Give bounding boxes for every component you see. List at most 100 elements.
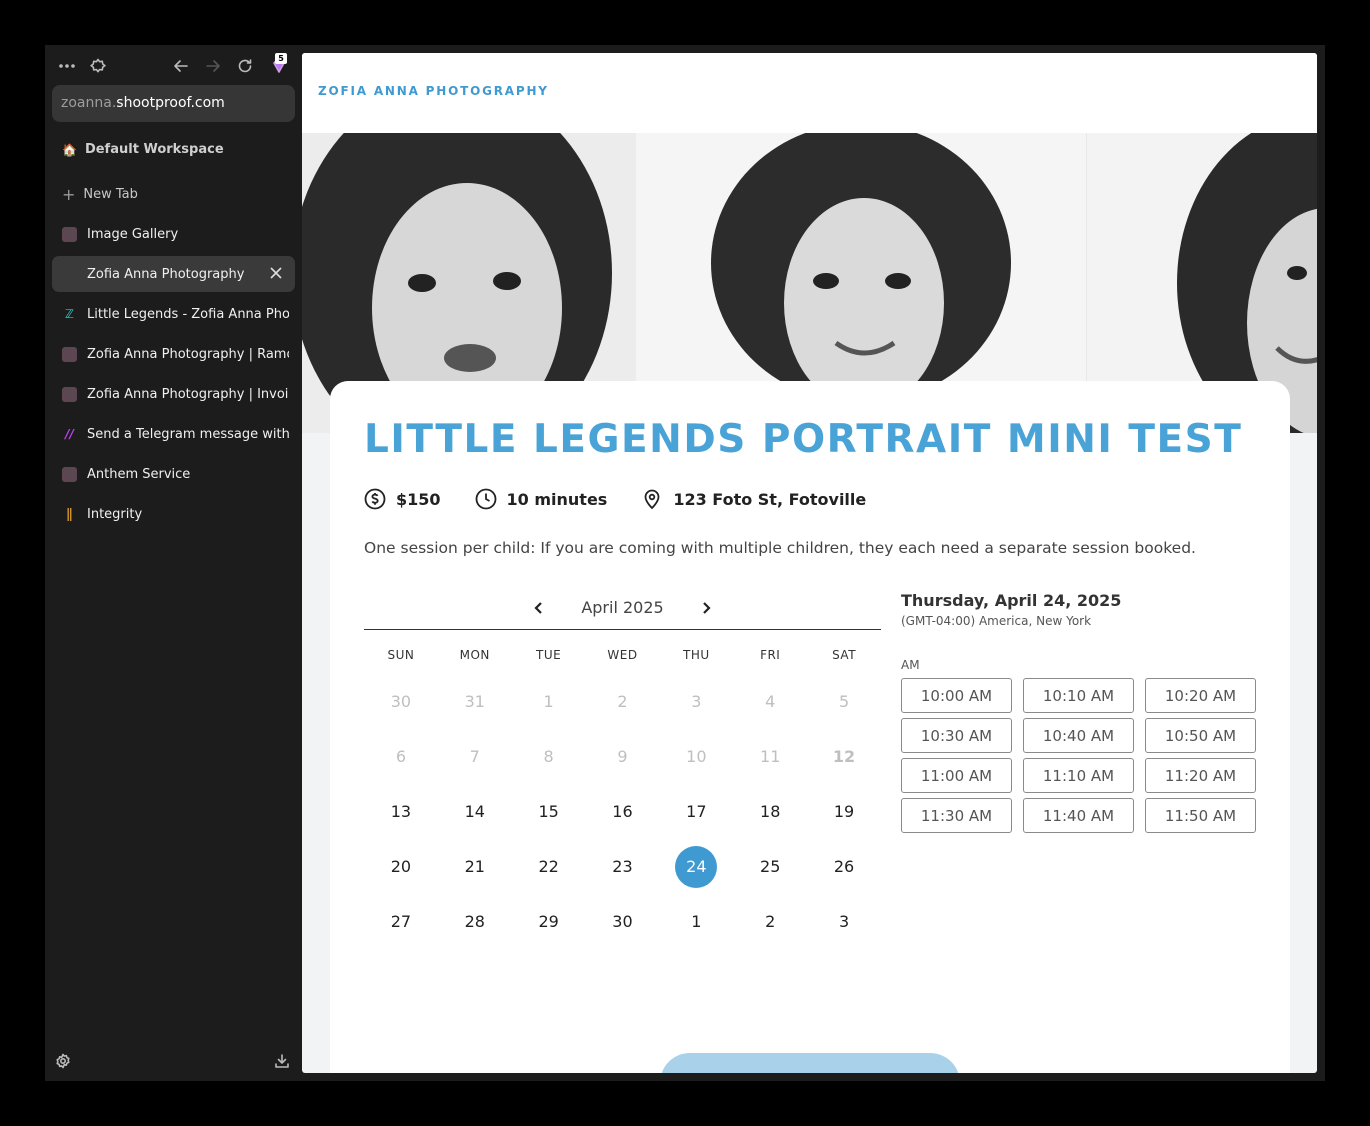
url-domain: shootproof.com [116, 95, 225, 111]
tab-telegram[interactable]: // Send a Telegram message with Make [52, 416, 295, 452]
price-info: $150 [364, 488, 441, 510]
time-slot-button[interactable]: 11:10 AM [1023, 758, 1134, 793]
forward-icon[interactable] [203, 57, 223, 75]
calendar-day[interactable]: 20 [364, 839, 438, 894]
day-number: 10 [686, 747, 707, 766]
calendar-day: 6 [364, 729, 438, 784]
time-slot-button[interactable]: 11:40 AM [1023, 798, 1134, 833]
location-info: 123 Foto St, Fotoville [641, 488, 866, 510]
tab-ramona[interactable]: Zofia Anna Photography | Ramona [52, 336, 295, 372]
tab-image-gallery[interactable]: Image Gallery [52, 216, 295, 252]
calendar-day: 30 [364, 674, 438, 729]
translate-favicon-icon: ℤ [65, 307, 74, 321]
calendar-day[interactable]: 17 [659, 784, 733, 839]
reload-icon[interactable] [235, 57, 255, 75]
next-month-icon[interactable] [696, 598, 716, 618]
calendar-day[interactable]: 14 [438, 784, 512, 839]
time-slot-button[interactable]: 10:50 AM [1145, 718, 1256, 753]
period-label: AM [901, 658, 920, 672]
favicon-icon [62, 346, 77, 362]
day-number: 7 [469, 747, 480, 766]
favicon-icon [62, 466, 77, 482]
browser-sidebar: 5 zoanna.shootproof.com 🏠 Default Worksp… [45, 45, 302, 1081]
tab-little-legends[interactable]: ℤ Little Legends - Zofia Anna Photograph… [52, 296, 295, 332]
calendar-day[interactable]: 28 [438, 894, 512, 949]
day-number: 30 [390, 692, 412, 711]
calendar-day[interactable]: 26 [807, 839, 881, 894]
tab-zofia-anna-photography[interactable]: Zofia Anna Photography [52, 256, 295, 292]
calendar-day[interactable]: 3 [807, 894, 881, 949]
close-tab-icon[interactable] [269, 266, 283, 280]
tab-anthem[interactable]: Anthem Service [52, 456, 295, 492]
time-slot-button[interactable]: 11:00 AM [901, 758, 1012, 793]
calendar-day[interactable]: 1 [659, 894, 733, 949]
address-bar[interactable]: zoanna.shootproof.com [52, 85, 295, 122]
plus-icon: + [62, 185, 76, 204]
brand-logo[interactable]: ZOFIA ANNA PHOTOGRAPHY [318, 84, 549, 98]
calendar-day[interactable]: 23 [586, 839, 660, 894]
tab-label: Zofia Anna Photography | Ramona [87, 346, 289, 362]
time-slot-button[interactable]: 10:00 AM [901, 678, 1012, 713]
day-number: 24 [675, 845, 718, 888]
clock-icon [475, 488, 496, 510]
calendar-day[interactable]: 29 [512, 894, 586, 949]
weekday-label: WED [607, 648, 638, 662]
calendar-day[interactable]: 19 [807, 784, 881, 839]
prev-month-icon[interactable] [529, 598, 549, 618]
back-icon[interactable] [171, 57, 191, 75]
calendar-day[interactable]: 30 [586, 894, 660, 949]
day-number: 15 [538, 802, 559, 821]
weekday-label: MON [459, 648, 490, 662]
workspace-switcher[interactable]: 🏠 Default Workspace [62, 142, 224, 157]
calendar-day[interactable]: 25 [733, 839, 807, 894]
calendar-day[interactable]: 15 [512, 784, 586, 839]
time-slot-button[interactable]: 11:30 AM [901, 798, 1012, 833]
extension-badge: 5 [275, 53, 287, 64]
location-value: 123 Foto St, Fotoville [673, 489, 867, 509]
calendar-day-selected[interactable]: 24 [659, 839, 733, 894]
weekday-label: FRI [760, 648, 781, 662]
time-slot-button[interactable]: 10:40 AM [1023, 718, 1134, 753]
time-slot-button[interactable]: 10:10 AM [1023, 678, 1134, 713]
day-number: 21 [464, 857, 485, 876]
calendar-day: 12 [807, 729, 881, 784]
session-description: One session per child: If you are coming… [364, 539, 1196, 557]
continue-button[interactable] [660, 1053, 960, 1073]
calendar-month-label: April 2025 [581, 598, 664, 617]
favicon-icon [62, 386, 77, 402]
download-icon[interactable] [274, 1053, 292, 1071]
calendar-day[interactable]: 16 [586, 784, 660, 839]
day-number: 8 [543, 747, 554, 766]
tab-label: Little Legends - Zofia Anna Photography [87, 306, 289, 322]
calendar-day[interactable]: 2 [733, 894, 807, 949]
calendar-day: 4 [733, 674, 807, 729]
calendar-day[interactable]: 22 [512, 839, 586, 894]
time-slot-button[interactable]: 10:20 AM [1145, 678, 1256, 713]
tab-label: Send a Telegram message with Make [87, 426, 289, 442]
calendar-day[interactable]: 13 [364, 784, 438, 839]
extensions-icon[interactable] [88, 57, 108, 75]
day-number: 25 [760, 857, 781, 876]
tab-label: Integrity [87, 506, 143, 522]
more-menu-icon[interactable] [57, 57, 77, 75]
time-slot-button[interactable]: 11:20 AM [1145, 758, 1256, 793]
tab-invoice[interactable]: Zofia Anna Photography | Invoice [52, 376, 295, 412]
time-slot-button[interactable]: 10:30 AM [901, 718, 1012, 753]
duration-value: 10 minutes [506, 489, 608, 509]
calendar-day[interactable]: 18 [733, 784, 807, 839]
time-slot-button[interactable]: 11:50 AM [1145, 798, 1256, 833]
day-number: 12 [832, 747, 856, 766]
tab-integrity[interactable]: ǁ Integrity [52, 496, 295, 532]
day-number: 6 [395, 747, 407, 766]
new-tab-button[interactable]: + New Tab [62, 185, 138, 204]
tab-label: Zofia Anna Photography | Invoice [87, 386, 289, 402]
settings-icon[interactable] [55, 1053, 73, 1071]
calendar-day[interactable]: 21 [438, 839, 512, 894]
day-number: 4 [765, 692, 776, 711]
day-number: 29 [538, 912, 559, 931]
calendar-day[interactable]: 27 [364, 894, 438, 949]
tab-label: Image Gallery [87, 226, 179, 242]
site-header: ZOFIA ANNA PHOTOGRAPHY [302, 53, 1317, 133]
favicon-icon [62, 226, 77, 242]
url-subdomain: zoanna. [61, 95, 117, 111]
